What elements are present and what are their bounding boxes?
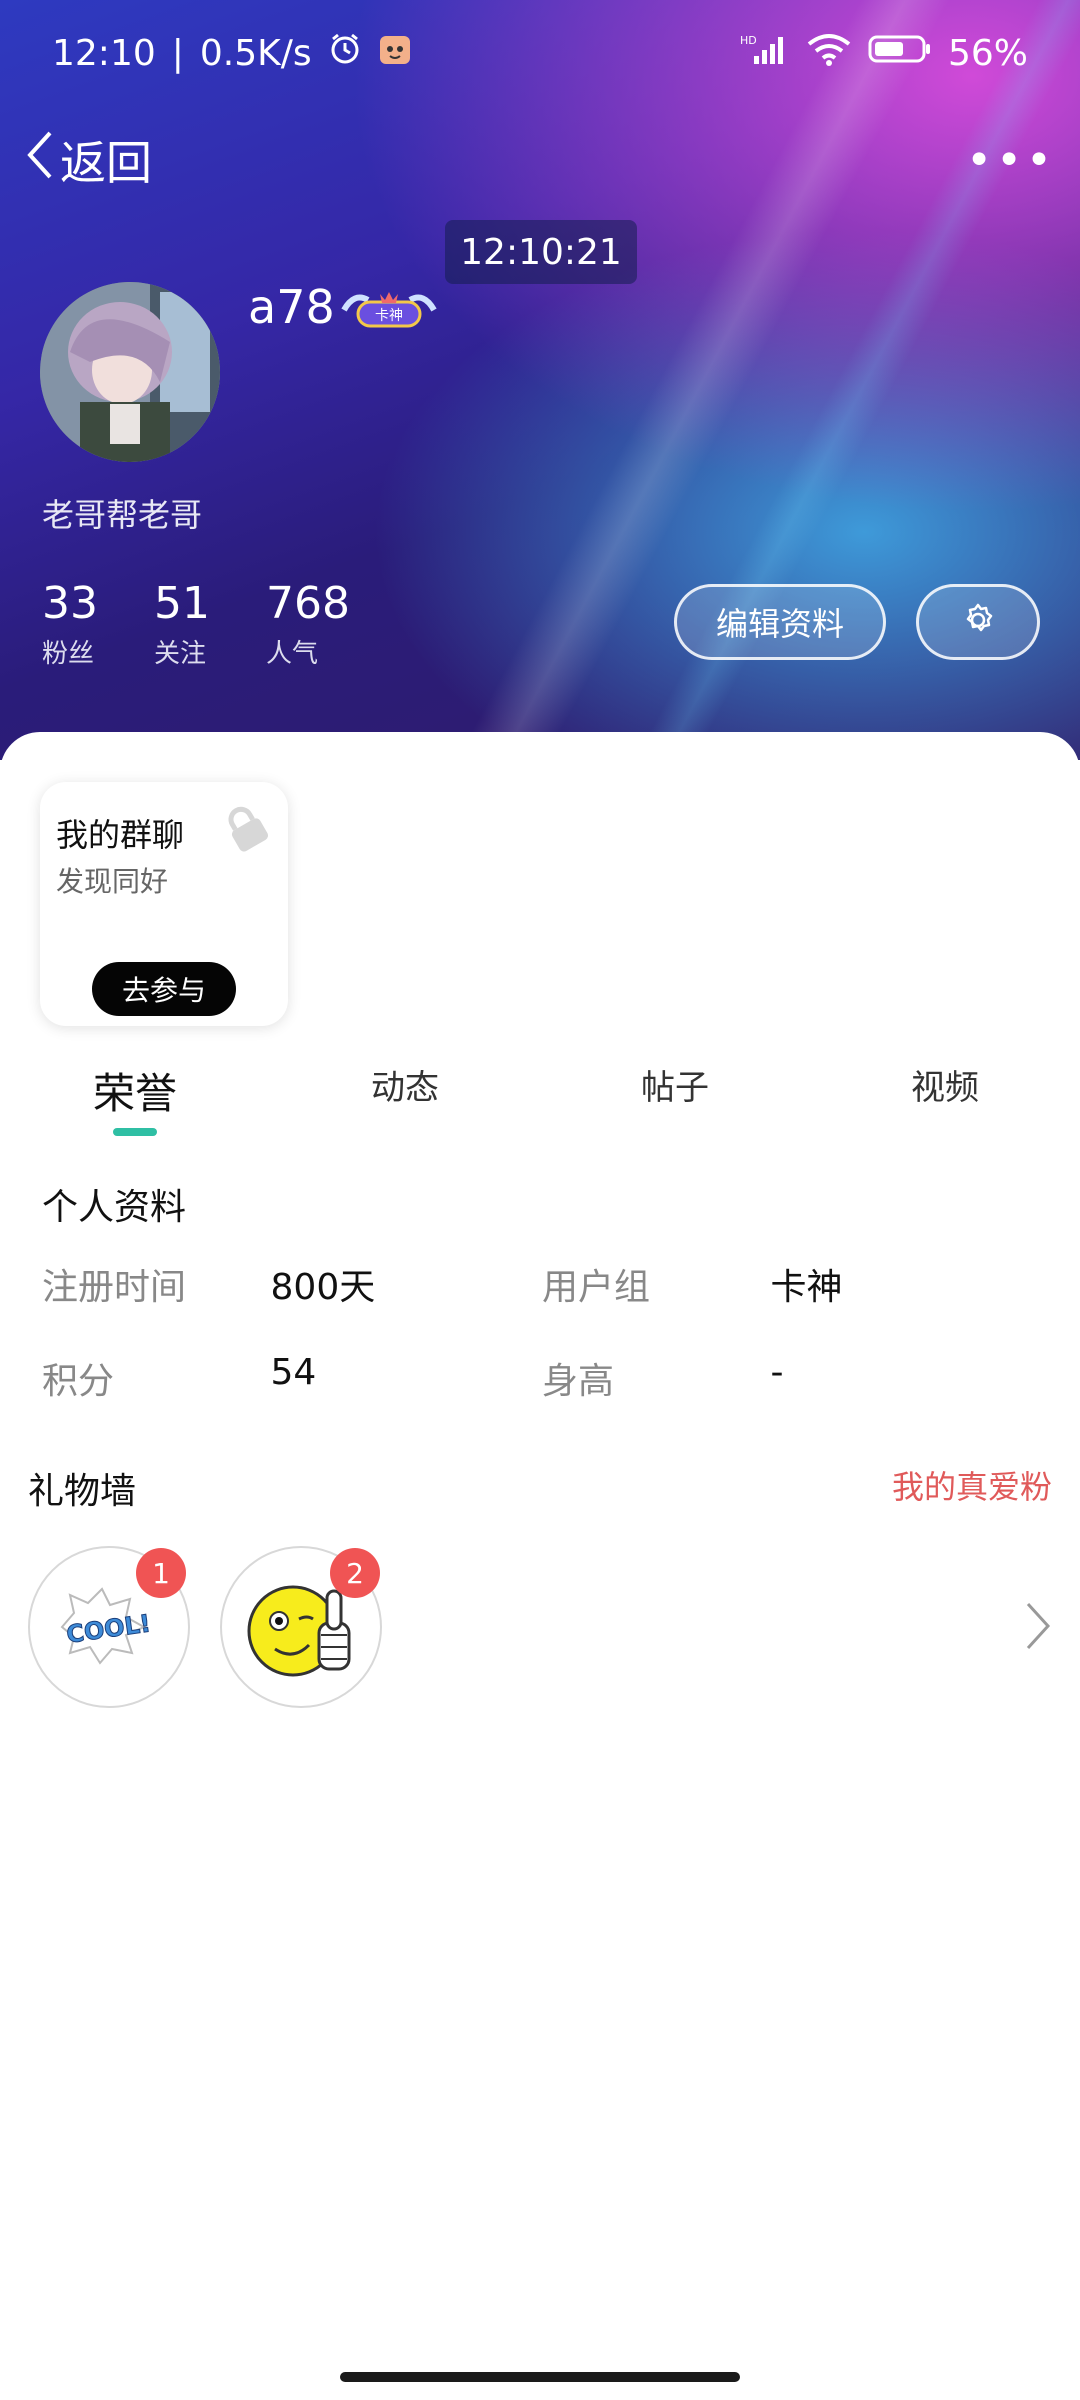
followers-label: 粉丝: [42, 639, 95, 669]
info-value: -: [770, 1352, 784, 1393]
info-value: 54: [270, 1352, 317, 1393]
join-group-button[interactable]: 去参与: [92, 962, 236, 1016]
lock-icon: [220, 802, 272, 858]
chevron-left-icon: [24, 129, 54, 192]
time-overlay: 12:10:21: [445, 220, 637, 284]
tab-videos[interactable]: 视频: [810, 1050, 1080, 1140]
user-signature: 老哥帮老哥: [42, 496, 203, 534]
gear-icon: [960, 602, 996, 642]
app-notification-icon: [378, 32, 412, 75]
user-level-badge: 卡神: [340, 288, 438, 332]
true-fans-link[interactable]: 我的真爱粉: [892, 1462, 1052, 1508]
svg-text:HD: HD: [740, 34, 757, 47]
wifi-icon: [806, 32, 852, 75]
top-navigation-bar: 返回 •••: [24, 120, 1056, 200]
info-row: 注册时间 800天 用户组 卡神: [42, 1258, 1042, 1310]
cellular-signal-icon: HD: [740, 32, 790, 75]
popularity-stat[interactable]: 768 人气: [266, 578, 350, 670]
alarm-icon: [328, 32, 362, 75]
group-card-title: 我的群聊: [56, 816, 185, 854]
gift-count-badge: 2: [330, 1548, 380, 1598]
personal-info-title: 个人资料: [42, 1187, 187, 1228]
info-key: 积分: [42, 1361, 115, 1402]
tab-activity[interactable]: 动态: [270, 1050, 540, 1140]
followers-stat[interactable]: 33 粉丝: [42, 578, 98, 670]
followers-count: 33: [42, 578, 98, 629]
edit-profile-button[interactable]: 编辑资料: [674, 584, 886, 660]
settings-button[interactable]: [916, 584, 1040, 660]
battery-icon: [868, 32, 932, 75]
following-stat[interactable]: 51 关注: [154, 578, 210, 670]
cool-sticker-icon: COOL!: [60, 1587, 153, 1665]
status-time: 12:10: [52, 32, 156, 74]
info-key: 身高: [542, 1361, 615, 1402]
chevron-right-icon[interactable]: [1024, 1600, 1052, 1656]
following-count: 51: [154, 578, 210, 629]
status-bar: 12:10 | 0.5K/s HD 56%: [52, 28, 1028, 78]
more-options-icon[interactable]: •••: [966, 135, 1056, 186]
home-indicator[interactable]: [340, 2372, 740, 2382]
tab-honor[interactable]: 荣誉: [0, 1050, 270, 1140]
username: a78: [248, 280, 335, 334]
following-label: 关注: [154, 639, 207, 669]
my-group-chat-card[interactable]: 我的群聊 发现同好 去参与: [40, 782, 288, 1026]
popularity-count: 768: [266, 578, 350, 629]
gift-wall-title: 礼物墙: [28, 1471, 137, 1512]
gift-count-badge: 1: [136, 1548, 186, 1598]
info-value: 卡神: [770, 1267, 843, 1308]
info-key: 注册时间: [42, 1267, 187, 1308]
tab-posts[interactable]: 帖子: [540, 1050, 810, 1140]
profile-tabs: 荣誉 动态 帖子 视频: [0, 1050, 1080, 1140]
back-button[interactable]: 返回: [24, 127, 152, 193]
badge-text: 卡神: [375, 308, 403, 324]
status-net-speed: 0.5K/s: [199, 32, 312, 74]
battery-percent: 56%: [947, 32, 1028, 74]
group-card-subtitle: 发现同好: [56, 865, 169, 898]
back-label: 返回: [60, 136, 152, 190]
popularity-label: 人气: [266, 639, 319, 669]
status-separator: |: [171, 32, 184, 74]
profile-stats: 33 粉丝 51 关注 768 人气: [42, 578, 350, 670]
info-value: 800天: [270, 1267, 376, 1308]
info-row: 积分 54 身高 -: [42, 1352, 1042, 1404]
avatar[interactable]: [40, 282, 220, 462]
info-key: 用户组: [542, 1267, 651, 1308]
